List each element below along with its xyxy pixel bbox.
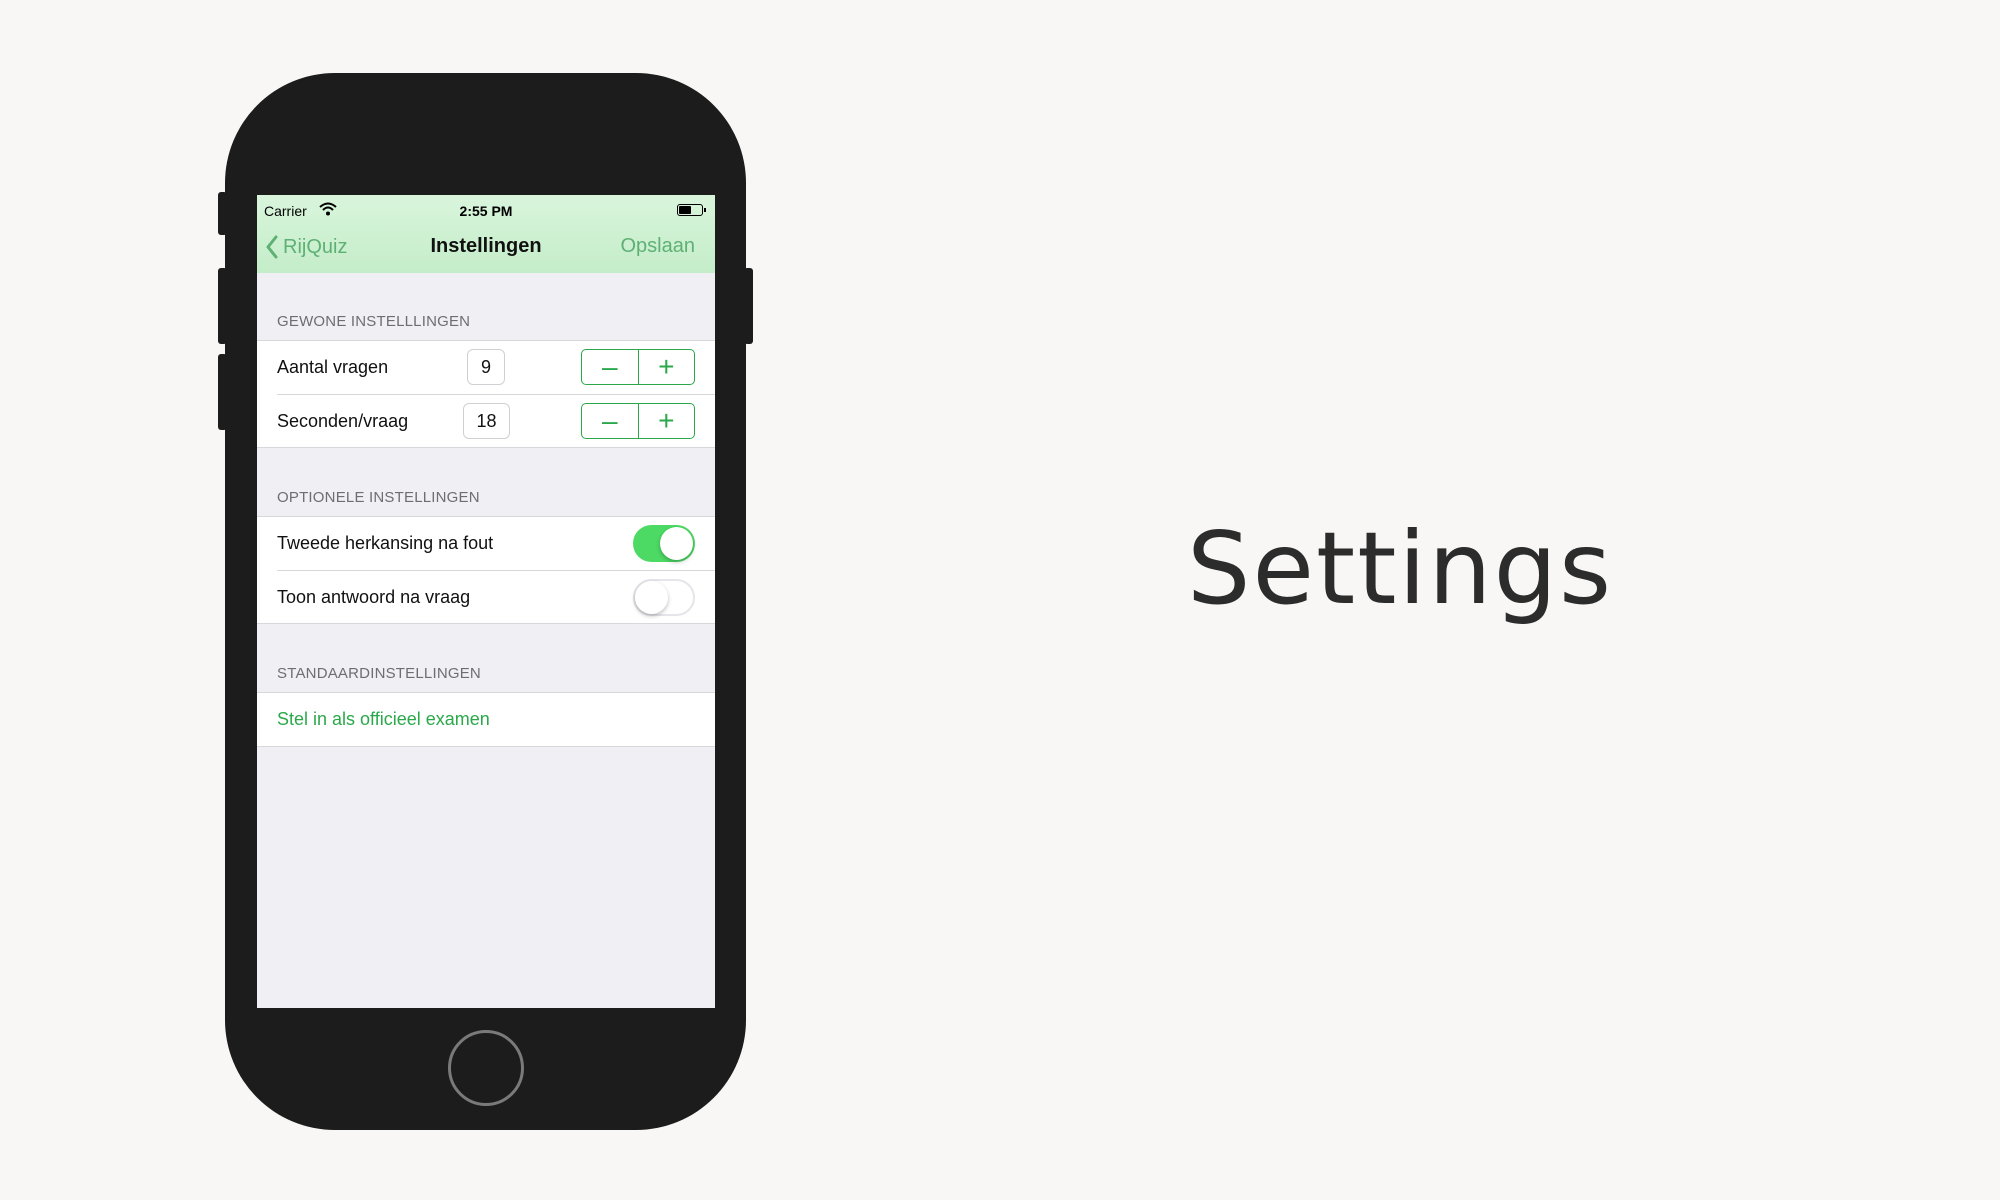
section-header-general: GEWONE INSTELLLINGEN <box>277 313 471 330</box>
decrement-button[interactable]: – <box>582 404 638 438</box>
second-chance-row: Tweede herkansing na fout <box>257 517 715 570</box>
plus-icon: + <box>658 405 675 436</box>
minus-icon: – <box>601 405 618 436</box>
seconds-per-question-value: 18 <box>463 403 510 439</box>
question-count-label: Aantal vragen <box>277 357 389 377</box>
toggle-knob <box>660 527 693 560</box>
navigation-bar: Carrier 2:55 PM RijQuiz Instellingen Ops… <box>257 195 715 273</box>
question-count-row: Aantal vragen 9 – + <box>257 341 715 394</box>
show-answer-row: Toon antwoord na vraag <box>277 570 715 623</box>
home-button <box>448 1030 524 1106</box>
decrement-button[interactable]: – <box>582 350 638 384</box>
defaults-group: Stel in als officieel examen <box>257 692 715 747</box>
seconds-per-question-row: Seconden/vraag 18 – + <box>277 394 715 447</box>
seconds-per-question-label: Seconden/vraag <box>277 411 409 431</box>
phone-screen: Carrier 2:55 PM RijQuiz Instellingen Ops… <box>257 195 715 1008</box>
set-official-exam-button[interactable]: Stel in als officieel examen <box>277 709 490 730</box>
minus-icon: – <box>601 351 618 382</box>
show-answer-toggle[interactable] <box>633 579 695 616</box>
increment-button[interactable]: + <box>637 404 695 438</box>
headline-text: Settings <box>1187 510 1614 627</box>
increment-button[interactable]: + <box>637 350 695 384</box>
optional-settings-group: Tweede herkansing na fout Toon antwoord … <box>257 516 715 624</box>
question-count-value: 9 <box>467 349 505 385</box>
show-answer-label: Toon antwoord na vraag <box>277 587 471 607</box>
status-bar: Carrier 2:55 PM <box>257 199 715 219</box>
battery-icon <box>677 204 706 216</box>
second-chance-label: Tweede herkansing na fout <box>277 533 494 553</box>
toggle-knob <box>635 581 668 614</box>
seconds-per-question-stepper[interactable]: – + <box>581 403 695 439</box>
general-settings-group: Aantal vragen 9 – + Seconden/vraag 18 – … <box>257 340 715 448</box>
section-header-optional: OPTIONELE INSTELLINGEN <box>277 489 480 506</box>
save-button[interactable]: Opslaan <box>621 235 696 258</box>
second-chance-toggle[interactable] <box>633 525 695 562</box>
official-exam-row[interactable]: Stel in als officieel examen <box>257 693 715 746</box>
plus-icon: + <box>658 351 675 382</box>
section-header-defaults: STANDAARDINSTELLINGEN <box>277 665 481 682</box>
status-time: 2:55 PM <box>459 203 513 219</box>
question-count-stepper[interactable]: – + <box>581 349 695 385</box>
